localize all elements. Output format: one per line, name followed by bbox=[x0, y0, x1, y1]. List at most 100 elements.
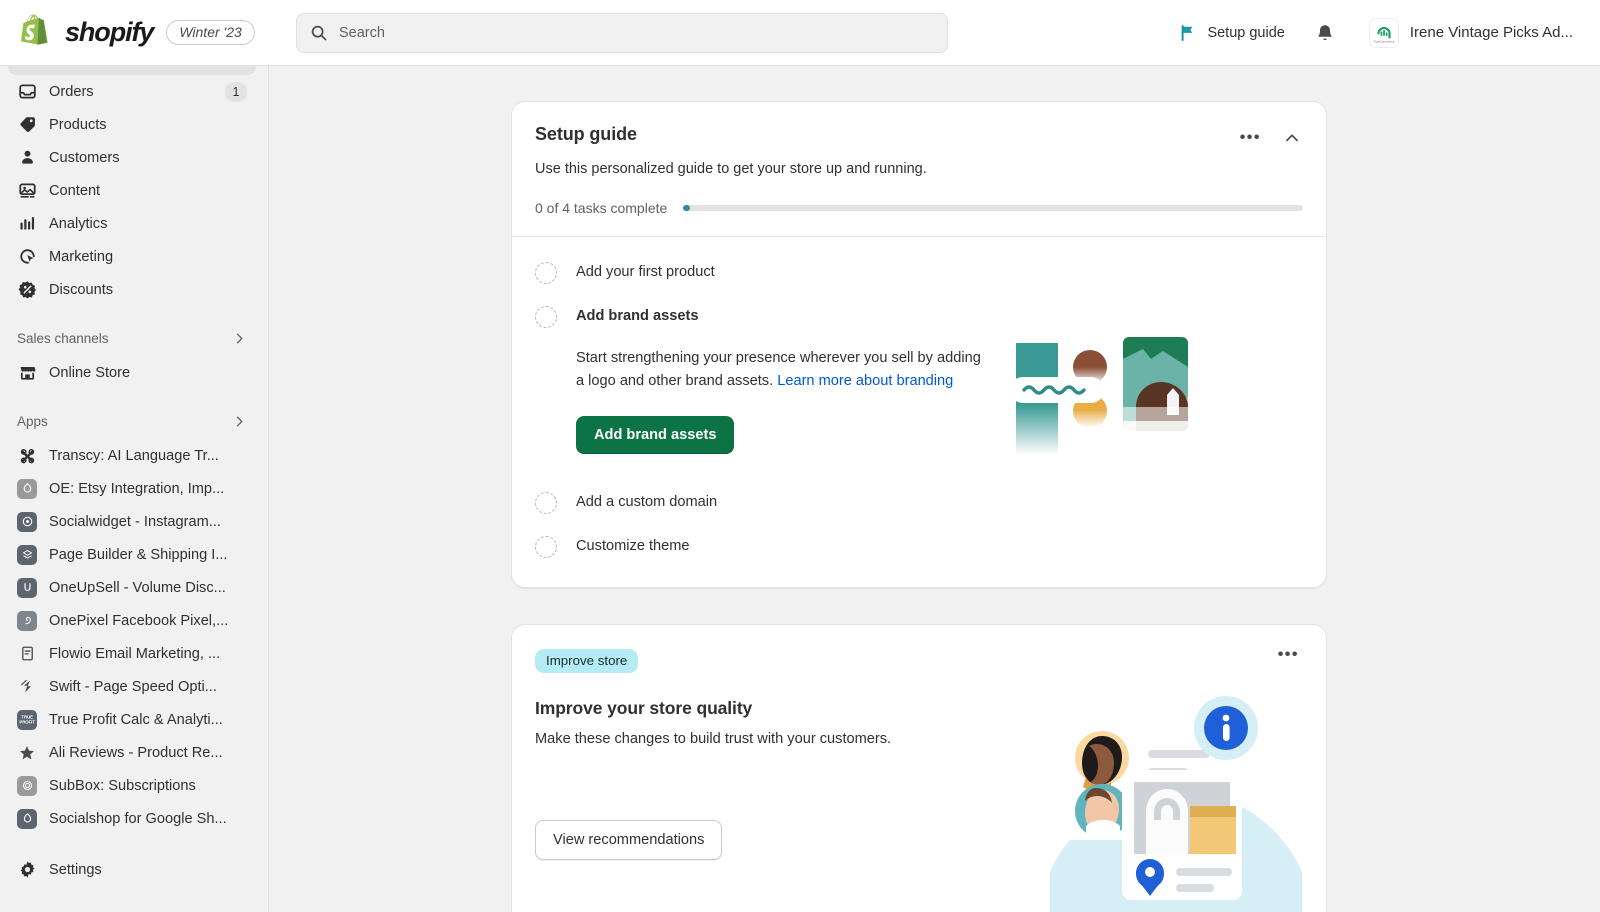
search-input[interactable]: Search bbox=[296, 12, 948, 53]
account-menu-button[interactable]: OneCommerce Irene Vintage Picks Ad... bbox=[1360, 12, 1582, 54]
sidebar-app-swift[interactable]: Swift - Page Speed Opti... bbox=[8, 670, 256, 703]
search-area: Search bbox=[274, 12, 1168, 53]
sidebar-item-label: Socialshop for Google Sh... bbox=[49, 810, 227, 827]
online-store-icon bbox=[17, 363, 37, 383]
sidebar-app-oneupsell[interactable]: OneUpSell - Volume Disc... bbox=[8, 571, 256, 604]
sidebar-item-customers[interactable]: Customers bbox=[8, 141, 256, 174]
task-checkbox[interactable] bbox=[535, 536, 557, 558]
sidebar-app-onepixel[interactable]: OnePixel Facebook Pixel,... bbox=[8, 604, 256, 637]
learn-more-branding-link[interactable]: Learn more about branding bbox=[777, 373, 953, 389]
sidebar-app-socialwidget[interactable]: Socialwidget - Instagram... bbox=[8, 505, 256, 538]
brand-area[interactable]: shopify Winter '23 bbox=[0, 13, 274, 52]
sidebar-section-sales-channels[interactable]: Sales channels bbox=[8, 323, 256, 353]
setup-guide-progress: 0 of 4 tasks complete bbox=[535, 200, 1303, 216]
progress-bar-fill bbox=[683, 205, 691, 211]
sidebar-item-label: Orders bbox=[49, 83, 94, 100]
true-profit-app-icon: TRUE PROFIT bbox=[17, 709, 37, 730]
onecommerce-logo-icon: OneCommerce bbox=[1373, 26, 1395, 43]
task-checkbox[interactable] bbox=[535, 492, 557, 514]
sidebar-item-orders[interactable]: Orders 1 bbox=[8, 75, 256, 108]
main-content: ••• Setup guide Use this personalized gu… bbox=[269, 66, 1600, 912]
sidebar-item-online-store[interactable]: Online Store bbox=[8, 356, 256, 389]
task-item: Add a custom domain bbox=[535, 476, 1303, 521]
store-quality-illustration bbox=[1050, 678, 1302, 912]
task-item: Customize theme bbox=[535, 521, 1303, 565]
sidebar-app-true-profit[interactable]: TRUE PROFIT True Profit Calc & Analyti... bbox=[8, 703, 256, 736]
sidebar-item-label: Home bbox=[49, 66, 247, 67]
notifications-button[interactable] bbox=[1306, 14, 1344, 52]
sidebar-item-label: Content bbox=[49, 182, 101, 199]
subbox-app-icon bbox=[17, 775, 37, 796]
socialwidget-app-icon bbox=[17, 511, 37, 532]
sidebar-item-home[interactable]: Home bbox=[8, 66, 256, 75]
sidebar-item-discounts[interactable]: Discounts bbox=[8, 273, 256, 306]
oneupsell-app-icon bbox=[17, 577, 37, 598]
sidebar-footer: Settings bbox=[8, 853, 256, 912]
setup-guide-header: Setup guide Use this personalized guide … bbox=[512, 102, 1326, 236]
setup-guide-task-list: Add your first product Add brand assets bbox=[512, 237, 1326, 587]
sales-channels-label: Sales channels bbox=[17, 330, 109, 346]
task-checkbox[interactable] bbox=[535, 262, 557, 284]
sidebar-item-label: Transcy: AI Language Tr... bbox=[49, 447, 219, 464]
sidebar-app-transcy[interactable]: Transcy: AI Language Tr... bbox=[8, 439, 256, 472]
sidebar-item-label: OneUpSell - Volume Disc... bbox=[49, 579, 226, 596]
transcy-app-icon bbox=[17, 446, 37, 466]
sidebar-item-settings[interactable]: Settings bbox=[8, 853, 256, 886]
task-title[interactable]: Customize theme bbox=[576, 535, 1303, 557]
sidebar-item-label: OnePixel Facebook Pixel,... bbox=[49, 612, 229, 629]
sidebar-item-content[interactable]: Content bbox=[8, 174, 256, 207]
top-bar: shopify Winter '23 Search Setup guide On… bbox=[0, 0, 1600, 66]
marketing-icon bbox=[17, 247, 37, 267]
sidebar-item-label: Products bbox=[49, 116, 107, 133]
task-title[interactable]: Add your first product bbox=[576, 261, 1303, 283]
sidebar-app-page-builder[interactable]: Page Builder & Shipping I... bbox=[8, 538, 256, 571]
sidebar-item-marketing[interactable]: Marketing bbox=[8, 240, 256, 273]
sidebar-item-label: Settings bbox=[49, 861, 102, 878]
setup-guide-collapse-button[interactable] bbox=[1278, 124, 1306, 152]
customers-icon bbox=[17, 148, 37, 168]
brand-assets-illustration bbox=[1008, 329, 1218, 469]
progress-bar bbox=[683, 205, 1303, 211]
sidebar-app-etsy-integration[interactable]: OE: Etsy Integration, Imp... bbox=[8, 472, 256, 505]
chevron-right-icon bbox=[236, 416, 243, 426]
sidebar-app-ali-reviews[interactable]: Ali Reviews - Product Re... bbox=[8, 736, 256, 769]
improve-store-menu-button[interactable]: ••• bbox=[1273, 645, 1304, 665]
onepixel-app-icon bbox=[17, 610, 37, 631]
sidebar-item-label: Marketing bbox=[49, 248, 114, 265]
sidebar-item-label: Page Builder & Shipping I... bbox=[49, 546, 228, 563]
sidebar-app-socialshop[interactable]: Socialshop for Google Sh... bbox=[8, 802, 256, 835]
view-recommendations-button[interactable]: View recommendations bbox=[535, 820, 723, 861]
sidebar-item-label: Online Store bbox=[49, 364, 131, 381]
bell-icon bbox=[1318, 24, 1332, 40]
shopify-logo-icon bbox=[21, 13, 48, 45]
task-item: Add brand assets Start strengthening you… bbox=[535, 291, 1303, 476]
products-icon bbox=[17, 115, 37, 135]
flowio-app-icon bbox=[17, 644, 37, 664]
sidebar-app-flowio[interactable]: Flowio Email Marketing, ... bbox=[8, 637, 256, 670]
progress-label: 0 of 4 tasks complete bbox=[535, 200, 668, 216]
account-name: Irene Vintage Picks Ad... bbox=[1409, 24, 1573, 41]
sidebar-section-apps[interactable]: Apps bbox=[8, 406, 256, 436]
task-checkbox[interactable] bbox=[535, 306, 557, 328]
apps-label: Apps bbox=[17, 413, 48, 429]
setup-guide-button[interactable]: Setup guide bbox=[1168, 16, 1295, 50]
task-title[interactable]: Add a custom domain bbox=[576, 491, 1303, 513]
sidebar-nav: Home Orders 1 Products bbox=[8, 66, 256, 853]
chevron-right-icon bbox=[236, 333, 243, 343]
sidebar-app-subbox[interactable]: SubBox: Subscriptions bbox=[8, 769, 256, 802]
setup-guide-subtitle: Use this personalized guide to get your … bbox=[535, 161, 927, 177]
shopify-admin-app: shopify Winter '23 Search Setup guide On… bbox=[0, 0, 1600, 912]
sidebar-item-label: Flowio Email Marketing, ... bbox=[49, 645, 221, 662]
setup-guide-menu-button[interactable]: ••• bbox=[1235, 128, 1266, 148]
chevron-up-icon bbox=[1286, 134, 1298, 142]
sidebar-item-label: SubBox: Subscriptions bbox=[49, 777, 196, 794]
sidebar-item-label: Swift - Page Speed Opti... bbox=[49, 678, 217, 695]
sidebar-item-products[interactable]: Products bbox=[8, 108, 256, 141]
add-brand-assets-button[interactable]: Add brand assets bbox=[576, 416, 735, 454]
setup-guide-label: Setup guide bbox=[1207, 24, 1285, 41]
svg-text:OneCommerce: OneCommerce bbox=[1373, 39, 1394, 43]
sidebar-item-analytics[interactable]: Analytics bbox=[8, 207, 256, 240]
season-badge: Winter '23 bbox=[166, 20, 255, 45]
sidebar-item-label: Customers bbox=[49, 149, 120, 166]
task-title[interactable]: Add brand assets bbox=[576, 305, 1303, 327]
